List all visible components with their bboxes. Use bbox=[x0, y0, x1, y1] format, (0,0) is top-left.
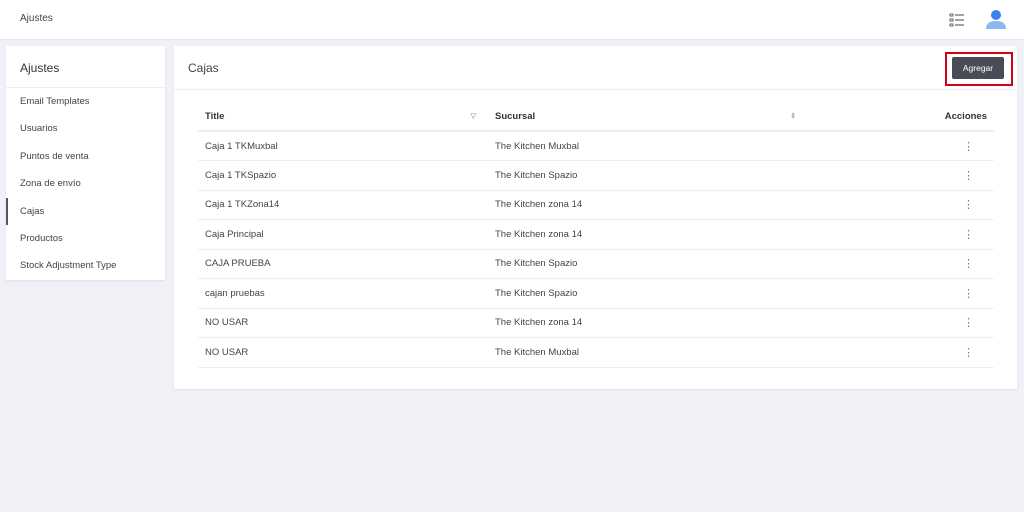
cell-sucursal: The Kitchen zona 14 bbox=[488, 190, 808, 220]
more-actions-icon[interactable]: ⋮ bbox=[808, 308, 994, 338]
column-header-title[interactable]: Title ▽ bbox=[198, 102, 488, 132]
sidebar-item-email-templates[interactable]: Email Templates bbox=[6, 88, 165, 115]
cajas-table: Title ▽ Sucursal ⇕ Acciones Caja 1 TKMuxba… bbox=[198, 102, 994, 368]
cell-title: Caja 1 TKSpazio bbox=[198, 160, 488, 191]
page-title: Ajustes bbox=[20, 13, 53, 24]
highlight-box: Agregar bbox=[945, 52, 1013, 86]
column-header-acciones: Acciones bbox=[808, 102, 994, 132]
sidebar-title: Ajustes bbox=[6, 46, 165, 88]
more-actions-icon[interactable]: ⋮ bbox=[808, 219, 994, 250]
table-row[interactable]: cajan pruebas The Kitchen Spazio ⋮ bbox=[198, 278, 994, 309]
panel-header: Cajas Agregar bbox=[174, 46, 1017, 90]
cell-title: Caja 1 TKMuxbal bbox=[198, 131, 488, 161]
table-row[interactable]: Caja 1 TKMuxbal The Kitchen Muxbal ⋮ bbox=[198, 131, 994, 161]
table-row[interactable]: Caja 1 TKSpazio The Kitchen Spazio ⋮ bbox=[198, 160, 994, 191]
cell-title: Caja 1 TKZona14 bbox=[198, 190, 488, 220]
sidebar-item-usuarios[interactable]: Usuarios bbox=[6, 115, 165, 142]
list-icon[interactable] bbox=[949, 12, 965, 28]
sidebar-item-cajas[interactable]: Cajas bbox=[6, 197, 165, 225]
cell-title: cajan pruebas bbox=[198, 278, 488, 309]
cell-title: CAJA PRUEBA bbox=[198, 249, 488, 279]
cell-title: NO USAR bbox=[198, 337, 488, 368]
top-bar: Ajustes bbox=[0, 0, 1024, 40]
more-actions-icon[interactable]: ⋮ bbox=[808, 337, 994, 368]
sort-icon[interactable]: ⇕ bbox=[790, 112, 796, 120]
settings-sidebar: Ajustes Email Templates Usuarios Puntos … bbox=[6, 46, 165, 280]
cell-sucursal: The Kitchen zona 14 bbox=[488, 219, 808, 250]
cell-sucursal: The Kitchen Muxbal bbox=[488, 131, 808, 161]
more-actions-icon[interactable]: ⋮ bbox=[808, 190, 994, 220]
sidebar-item-productos[interactable]: Productos bbox=[6, 225, 165, 252]
cell-sucursal: The Kitchen Spazio bbox=[488, 278, 808, 309]
table-row[interactable]: Caja 1 TKZona14 The Kitchen zona 14 ⋮ bbox=[198, 190, 994, 220]
add-button[interactable]: Agregar bbox=[952, 57, 1004, 79]
panel-title: Cajas bbox=[188, 61, 219, 75]
sidebar-item-zona-de-envio[interactable]: Zona de envío bbox=[6, 170, 165, 197]
table-row[interactable]: NO USAR The Kitchen zona 14 ⋮ bbox=[198, 308, 994, 338]
more-actions-icon[interactable]: ⋮ bbox=[808, 160, 994, 191]
cajas-panel: Cajas Agregar Title ▽ Sucursal ⇕ Acciones … bbox=[174, 46, 1017, 389]
cell-title: NO USAR bbox=[198, 308, 488, 338]
more-actions-icon[interactable]: ⋮ bbox=[808, 249, 994, 279]
table-row[interactable]: CAJA PRUEBA The Kitchen Spazio ⋮ bbox=[198, 249, 994, 279]
cell-title: Caja Principal bbox=[198, 219, 488, 250]
cell-sucursal: The Kitchen zona 14 bbox=[488, 308, 808, 338]
cell-sucursal: The Kitchen Spazio bbox=[488, 249, 808, 279]
sidebar-item-puntos-de-venta[interactable]: Puntos de venta bbox=[6, 143, 165, 170]
more-actions-icon[interactable]: ⋮ bbox=[808, 278, 994, 309]
sort-desc-icon[interactable]: ▽ bbox=[471, 112, 476, 120]
table-row[interactable]: Caja Principal The Kitchen zona 14 ⋮ bbox=[198, 219, 994, 250]
avatar[interactable] bbox=[985, 9, 1007, 31]
cell-sucursal: The Kitchen Muxbal bbox=[488, 337, 808, 368]
cell-sucursal: The Kitchen Spazio bbox=[488, 160, 808, 191]
column-header-sucursal[interactable]: Sucursal ⇕ bbox=[488, 102, 808, 132]
sidebar-item-stock-adjustment-type[interactable]: Stock Adjustment Type bbox=[6, 252, 165, 279]
more-actions-icon[interactable]: ⋮ bbox=[808, 131, 994, 161]
table-row[interactable]: NO USAR The Kitchen Muxbal ⋮ bbox=[198, 337, 994, 368]
